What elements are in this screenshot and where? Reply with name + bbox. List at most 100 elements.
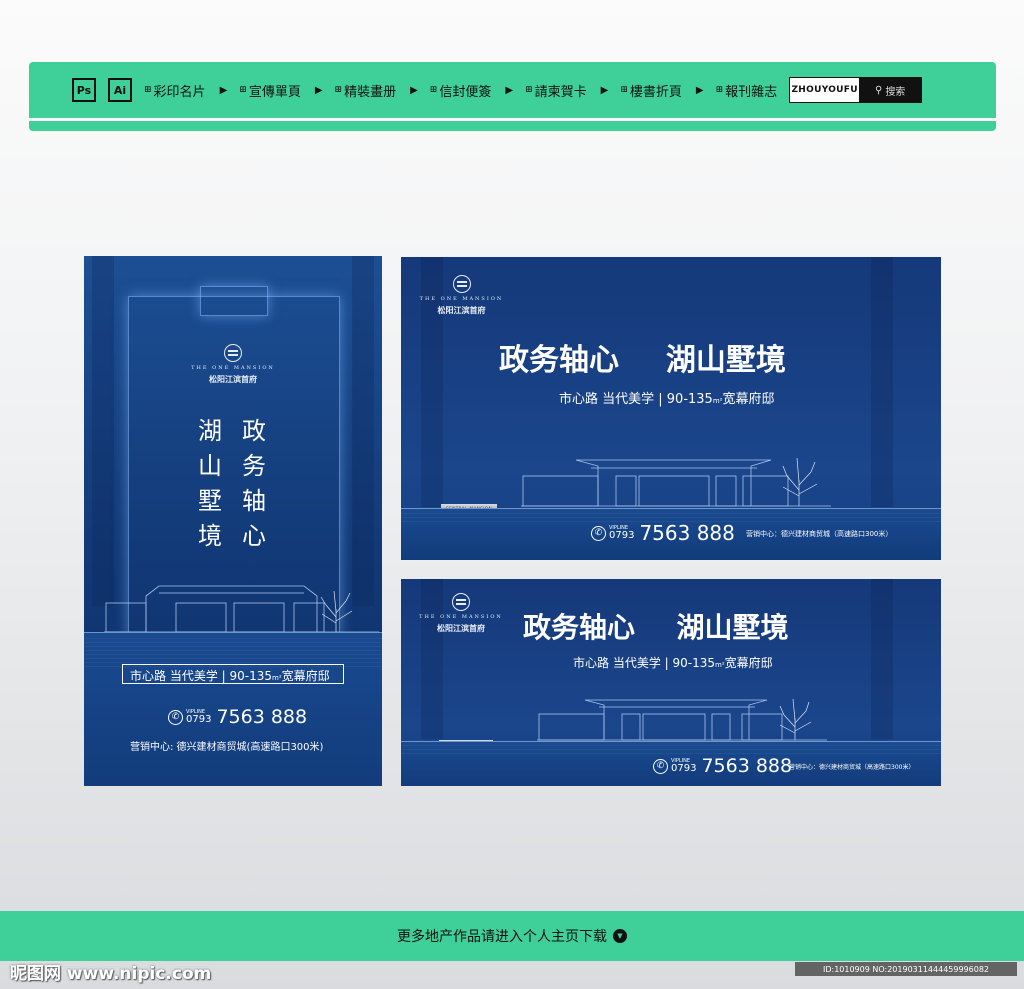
illustrator-icon[interactable]: Ai <box>108 78 132 102</box>
search-icon: ⚲ <box>874 84 883 96</box>
grid-icon: ⊞ <box>239 85 247 95</box>
vertical-poster: THE ONE MANSION 松阳江滨首府 政 务 轴 心 湖 山 墅 境 市 <box>84 256 382 786</box>
phone-block: ✆ VIPLINE 0793 7563 888 <box>591 521 735 545</box>
nav-item-label: 請柬賀卡 <box>534 84 587 100</box>
photoshop-icon[interactable]: Ps <box>72 78 96 102</box>
curtain-decoration <box>92 256 114 606</box>
caret-right-icon: ▶ <box>219 84 228 96</box>
brand-mark-icon <box>224 344 242 362</box>
grid-icon: ⊞ <box>715 85 724 95</box>
wide-poster: THE ONE MANSION 松阳江滨首府 政务轴心 湖山墅境 市心路 当代美… <box>401 257 941 560</box>
nav-item-label: 信封便簽 <box>439 84 492 100</box>
phone-icon: ✆ <box>168 709 183 725</box>
headline-char: 政 <box>242 417 266 445</box>
phone-number: 7563 888 <box>216 706 308 728</box>
tagline: 市心路 当代美学 | 90-135m²宽幕府邸 <box>559 388 774 407</box>
headline-part-2: 湖山墅境 <box>665 343 786 378</box>
building-illustration <box>104 585 379 633</box>
phone-block: ✆ VIPLINE 0793 7563 888 <box>168 706 307 728</box>
nav-item-invitations[interactable]: ⊞ 請柬賀卡 ▶ <box>525 81 608 100</box>
grid-icon: ⊞ <box>620 85 628 95</box>
vip-line: VIPLINE 0793 <box>609 525 635 541</box>
building-illustration <box>537 698 827 741</box>
nav-divider <box>29 118 996 121</box>
nav-item-envelopes[interactable]: ⊞ 信封便簽 ▶ <box>430 81 513 100</box>
nav-item-label: 樓書折頁 <box>629 84 682 100</box>
headline-char: 山 <box>198 452 222 480</box>
headline-part-1: 政务轴心 <box>523 611 636 644</box>
tagline-tail: 宽幕府邸 <box>722 392 775 407</box>
sales-center: 营销中心: 德兴建材商贸城(高速路口300米) <box>130 742 324 753</box>
ground-texture <box>401 745 941 755</box>
vip-line: VIPLINE 0793 <box>186 709 211 725</box>
headline: 政务轴心 湖山墅境 <box>523 606 789 646</box>
nav-item-folders[interactable]: ⊞ 樓書折頁 ▶ <box>620 81 703 100</box>
nav-item-magazines[interactable]: ⊞ 報刊雜志 <box>716 81 778 100</box>
caret-right-icon: ▶ <box>695 84 704 96</box>
headline-char: 务 <box>242 452 266 480</box>
grid-icon: ⊞ <box>429 85 438 95</box>
tagline-unit: m² <box>715 661 725 669</box>
headline-char: 境 <box>198 522 222 550</box>
headline-char: 湖 <box>198 417 222 445</box>
brand-mark-icon <box>452 275 471 293</box>
caret-right-icon: ▶ <box>505 84 514 96</box>
curtain-decoration <box>871 257 893 507</box>
tagline-text: 市心路 当代美学 | 90-135 <box>130 669 272 683</box>
headline-column-right: 政 务 轴 心 <box>240 414 268 554</box>
brand-chinese: 松阳江滨首府 <box>437 623 485 633</box>
caret-right-icon: ▶ <box>410 84 418 96</box>
download-cta-text[interactable]: 更多地产作品请进入个人主页下载 <box>397 926 607 946</box>
headline: 政务轴心 湖山墅境 <box>499 335 786 379</box>
area-code: 0793 <box>609 529 635 541</box>
tagline-text: 市心路 当代美学 | 90-135 <box>573 656 715 670</box>
phone-icon: ✆ <box>591 525 606 541</box>
brand-logo: THE ONE MANSION 松阳江滨首府 <box>409 275 514 316</box>
nav-item-brochures[interactable]: ⊞ 精裝畫册 ▶ <box>335 81 418 100</box>
brand-chinese: 松阳江滨首府 <box>209 374 257 384</box>
top-nav-bar: Ps Ai ⊞ 彩印名片 ▶ ⊞ 宣傳單頁 ▶ ⊞ 精裝畫册 ▶ ⊞ 信封便簽 … <box>29 62 996 131</box>
chevron-down-icon[interactable]: ▼ <box>613 929 627 943</box>
brand-mark-icon <box>452 593 470 611</box>
tagline: 市心路 当代美学 | 90-135m²宽幕府邸 <box>130 667 330 684</box>
search-input[interactable]: ZHOUYOUFU <box>790 78 860 102</box>
image-id-tag: ID:1010909 NO:20190311444459996082 <box>795 962 1017 976</box>
headline-char: 墅 <box>198 487 222 515</box>
brand-chinese: 松阳江滨首府 <box>437 305 486 315</box>
nav-item-flyers[interactable]: ⊞ 宣傳單頁 ▶ <box>239 81 322 100</box>
nav-item-label: 宣傳單頁 <box>248 84 301 100</box>
headline-char: 心 <box>242 522 266 550</box>
nav-item-label: 精裝畫册 <box>344 84 397 100</box>
tagline-tail: 宽幕府邸 <box>724 656 773 670</box>
tagline: 市心路 当代美学 | 90-135m²宽幕府邸 <box>573 654 773 671</box>
tagline-text: 市心路 当代美学 | 90-135 <box>559 392 713 407</box>
brand-english: THE ONE MANSION <box>419 614 503 620</box>
caret-right-icon: ▶ <box>314 84 323 96</box>
caret-right-icon: ▶ <box>600 84 609 96</box>
search-box[interactable]: ZHOUYOUFU ⚲ 搜索 <box>789 77 923 103</box>
phone-number: 7563 888 <box>639 521 735 545</box>
top-nav-inner: Ps Ai ⊞ 彩印名片 ▶ ⊞ 宣傳單頁 ▶ ⊞ 精裝畫册 ▶ ⊞ 信封便簽 … <box>29 62 996 118</box>
brand-english: THE ONE MANSION <box>191 365 275 371</box>
area-code: 0793 <box>671 762 697 774</box>
search-button[interactable]: ⚲ 搜索 <box>859 78 922 102</box>
nav-item-business-cards[interactable]: ⊞ 彩印名片 ▶ <box>144 81 227 100</box>
headline-char: 轴 <box>242 487 266 515</box>
phone-block: ✆ VIPLINE 0793 7563 888 <box>653 755 792 777</box>
tagline-unit: m² <box>272 674 282 682</box>
headline-part-1: 政务轴心 <box>499 343 619 378</box>
site-watermark: 昵图网 www.nipic.com <box>10 964 212 984</box>
nav-item-label: 報刊雜志 <box>725 84 778 100</box>
headline-part-2: 湖山墅境 <box>676 611 789 644</box>
brand-english: THE ONE MANSION <box>419 296 504 302</box>
wide-poster-small: THE ONE MANSION 松阳江滨首府 政务轴心 湖山墅境 市心路 当代美… <box>401 579 941 786</box>
brand-logo: THE ONE MANSION 松阳江滨首府 <box>183 344 283 385</box>
download-cta-bar[interactable]: 更多地产作品请进入个人主页下载 ▼ <box>0 911 1024 961</box>
phone-number: 7563 888 <box>701 755 793 777</box>
tagline-unit: m² <box>712 397 723 405</box>
vip-line: VIPLINE 0793 <box>671 758 697 774</box>
grid-icon: ⊞ <box>525 85 533 95</box>
sales-center: 营销中心：德兴建材商贸城（高速路口300米） <box>746 530 893 538</box>
grid-icon: ⊞ <box>334 85 343 95</box>
curtain-decoration <box>352 256 374 606</box>
